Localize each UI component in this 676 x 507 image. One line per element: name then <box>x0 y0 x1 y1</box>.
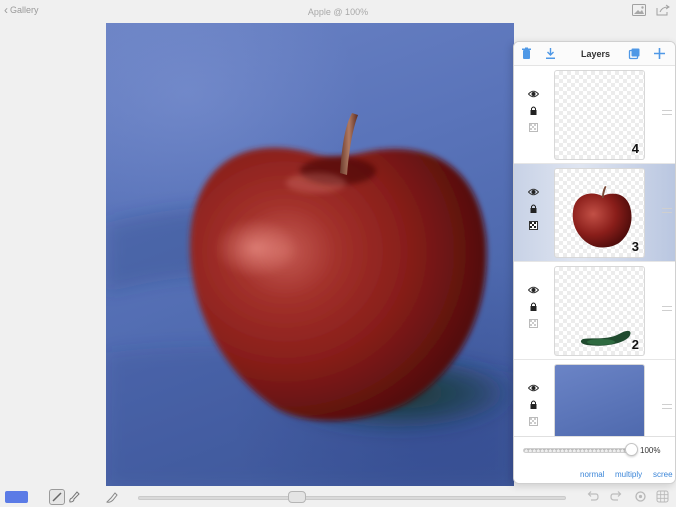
layer-number: 3 <box>631 239 639 254</box>
eye-icon[interactable] <box>527 90 539 98</box>
undo-icon[interactable] <box>586 490 599 503</box>
duplicate-icon[interactable] <box>628 47 641 60</box>
redo-icon[interactable] <box>610 490 623 503</box>
alpha-lock-icon[interactable] <box>528 417 538 426</box>
drag-handle-icon[interactable] <box>662 306 672 311</box>
alpha-lock-icon[interactable] <box>528 319 538 328</box>
bottom-toolbar <box>0 486 676 507</box>
opacity-slider[interactable] <box>523 448 631 453</box>
layer-number: 2 <box>631 337 639 352</box>
app-window: ‹ Gallery Apple @ 100% Layers 4 3 2 100%… <box>0 0 676 507</box>
grid-icon[interactable] <box>656 490 669 503</box>
drag-handle-icon[interactable] <box>662 404 672 409</box>
layer-thumbnail[interactable]: 3 <box>554 168 645 258</box>
top-bar: ‹ Gallery Apple @ 100% <box>0 0 676 24</box>
layer-row-4[interactable]: 4 <box>514 66 675 164</box>
layer-controls <box>526 286 540 328</box>
drag-handle-icon[interactable] <box>662 208 672 213</box>
eraser-icon[interactable] <box>105 490 119 504</box>
top-right-tools <box>632 4 670 16</box>
document-title: Apple @ 100% <box>307 7 369 17</box>
eye-icon[interactable] <box>527 384 539 392</box>
color-swatch[interactable] <box>5 491 28 503</box>
share-icon[interactable] <box>656 4 670 16</box>
painting-canvas[interactable] <box>106 23 514 486</box>
blend-mode-selector: normal multiply scree <box>514 468 675 483</box>
eye-icon[interactable] <box>527 188 539 196</box>
drag-handle-icon[interactable] <box>662 110 672 115</box>
layer-controls <box>526 90 540 132</box>
layer-thumbnail[interactable]: 4 <box>554 70 645 160</box>
layer-row-3[interactable]: 3 <box>514 164 675 262</box>
eye-icon[interactable] <box>527 286 539 294</box>
blend-mode-screen[interactable]: scree <box>653 470 673 479</box>
lock-icon[interactable] <box>529 106 538 115</box>
layers-header: Layers <box>514 42 675 66</box>
alpha-lock-icon[interactable] <box>528 123 538 132</box>
lock-icon[interactable] <box>529 400 538 409</box>
opacity-slider-handle[interactable] <box>624 443 638 456</box>
add-layer-icon[interactable] <box>653 47 666 60</box>
layer-controls <box>526 188 540 230</box>
brush-size-slider[interactable] <box>138 496 566 500</box>
apple-painting <box>106 113 514 486</box>
brush-button[interactable] <box>49 489 65 505</box>
smudge-icon[interactable] <box>68 490 80 504</box>
lock-icon[interactable] <box>529 204 538 213</box>
layers-title: Layers <box>580 49 611 59</box>
blend-mode-normal[interactable]: normal <box>580 470 604 479</box>
alpha-lock-icon[interactable] <box>528 221 538 230</box>
layer-options: 100% normal multiply scree <box>514 436 675 483</box>
opacity-value: 100% <box>640 446 661 455</box>
blend-mode-multiply[interactable]: multiply <box>615 470 642 479</box>
layers-panel: Layers 4 3 2 100% normal multiply scree <box>513 41 676 484</box>
layer-thumbnail[interactable]: 2 <box>554 266 645 356</box>
layer-row-2[interactable]: 2 <box>514 262 675 360</box>
brush-size-slider-handle[interactable] <box>288 491 306 503</box>
settings-icon[interactable] <box>634 490 647 503</box>
brush-icon <box>52 492 62 502</box>
image-icon[interactable] <box>632 4 646 16</box>
layer-controls <box>526 384 540 426</box>
lock-icon[interactable] <box>529 302 538 311</box>
layer-number: 4 <box>631 141 639 156</box>
